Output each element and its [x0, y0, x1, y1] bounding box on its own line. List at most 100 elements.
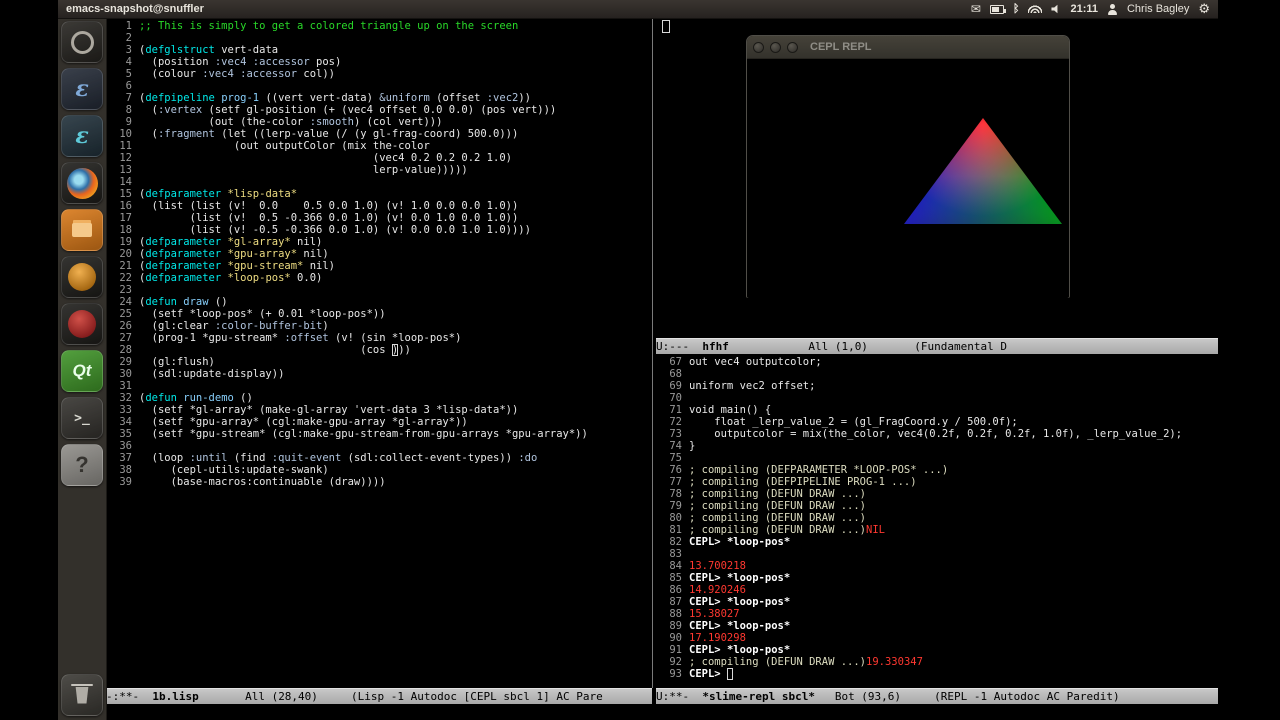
- help-icon[interactable]: ?: [61, 444, 103, 486]
- line-number: 91: [656, 644, 689, 656]
- maximize-button[interactable]: [787, 42, 798, 53]
- code-line: 3(defglstruct vert-data: [106, 44, 652, 56]
- code-text: CEPL>: [689, 668, 733, 680]
- line-number: 4: [106, 56, 139, 68]
- bluetooth-icon[interactable]: [1013, 1, 1020, 17]
- line-number: 32: [106, 392, 139, 404]
- code-text: (out (the-color :smooth) (col vert))): [139, 116, 442, 128]
- code-line: 27 (prog-1 *gpu-stream* :offset (v! (sin…: [106, 332, 652, 344]
- line-number: 39: [106, 476, 139, 488]
- code-text: ; compiling (DEFPARAMETER *LOOP-POS* ...…: [689, 464, 948, 476]
- line-number: 27: [106, 332, 139, 344]
- code-line: 77; compiling (DEFPIPELINE PROG-1 ...): [656, 476, 1218, 488]
- code-text: (list (v! -0.5 -0.366 0.0 1.0) (v! 0.0 0…: [139, 224, 531, 236]
- code-line: 93CEPL>: [656, 668, 1218, 680]
- line-number: 14: [106, 176, 139, 188]
- code-text: ; compiling (DEFUN DRAW ...): [689, 500, 866, 512]
- dash-home-button[interactable]: [61, 21, 103, 63]
- code-line: 73 outputcolor = mix(the_color, vec4(0.2…: [656, 428, 1218, 440]
- code-line: 9017.190298: [656, 632, 1218, 644]
- app-icon-teal[interactable]: ε: [61, 115, 103, 157]
- line-number: 10: [106, 128, 139, 140]
- modeline-hfhf[interactable]: U:--- hfhf All (1,0) (Fundamental D: [656, 338, 1218, 354]
- window-title: emacs-snapshot@snuffler: [66, 3, 204, 15]
- code-line: 8614.920246: [656, 584, 1218, 596]
- code-text: (setf *loop-pos* (+ 0.01 *loop-pos*)): [139, 308, 386, 320]
- cepl-repl-window[interactable]: CEPL REPL: [746, 35, 1070, 298]
- launcher-spacer: [58, 488, 106, 671]
- line-number: 36: [106, 440, 139, 452]
- code-text: CEPL> *loop-pos*: [689, 620, 790, 632]
- code-line: 69uniform vec2 offset;: [656, 380, 1218, 392]
- code-line: 34 (setf *gpu-array* (cgl:make-gpu-array…: [106, 416, 652, 428]
- code-line: 2: [106, 32, 652, 44]
- line-number: 93: [656, 668, 689, 680]
- code-text: (prog-1 *gpu-stream* :offset (v! (sin *l…: [139, 332, 461, 344]
- app-icon-blue[interactable]: ε: [61, 68, 103, 110]
- code-text: (out outputColor (mix the-color: [139, 140, 430, 152]
- code-text: (defglstruct vert-data: [139, 44, 278, 56]
- trash-icon[interactable]: [61, 674, 103, 716]
- session-user[interactable]: Chris Bagley: [1127, 3, 1189, 15]
- line-number: 73: [656, 428, 689, 440]
- line-number: 87: [656, 596, 689, 608]
- line-number: 83: [656, 548, 689, 560]
- mail-icon[interactable]: [971, 1, 981, 17]
- code-line: 68: [656, 368, 1218, 380]
- code-line: 6: [106, 80, 652, 92]
- rgb-triangle: [904, 118, 1062, 224]
- software-center-icon[interactable]: [61, 256, 103, 298]
- clock[interactable]: 21:11: [1070, 3, 1098, 15]
- line-number: 21: [106, 260, 139, 272]
- code-line: 14: [106, 176, 652, 188]
- wifi-icon[interactable]: [1028, 5, 1042, 13]
- line-number: 7: [106, 92, 139, 104]
- code-line: 83: [656, 548, 1218, 560]
- code-text: 15.38027: [689, 608, 740, 620]
- terminal-icon[interactable]: >_: [61, 397, 103, 439]
- modeline-code[interactable]: -:**- 1b.lisp All (28,40) (Lisp -1 Autod…: [106, 688, 652, 704]
- code-text: ; compiling (DEFUN DRAW ...)19.330347: [689, 656, 923, 668]
- code-text: (gl:clear :color-buffer-bit): [139, 320, 329, 332]
- code-line: 9 (out (the-color :smooth) (col vert))): [106, 116, 652, 128]
- code-line: 8413.700218: [656, 560, 1218, 572]
- tray-icons: [971, 1, 1062, 17]
- firefox-icon[interactable]: [61, 162, 103, 204]
- code-line: 4 (position :vec4 :accessor pos): [106, 56, 652, 68]
- line-number: 24: [106, 296, 139, 308]
- line-number: 1: [106, 20, 139, 32]
- cepl-titlebar[interactable]: CEPL REPL: [747, 36, 1069, 59]
- hfhf-cursor: [663, 21, 669, 32]
- desktop: emacs-snapshot@snuffler 21:11 Chris Bagl…: [58, 0, 1218, 720]
- code-line: 72 float _lerp_value_2 = (gl_FragCoord.y…: [656, 416, 1218, 428]
- code-text: CEPL> *loop-pos*: [689, 536, 790, 548]
- user-icon: [1107, 3, 1118, 15]
- qt-creator-icon[interactable]: Qt: [61, 350, 103, 392]
- line-number: 2: [106, 32, 139, 44]
- code-text: (defparameter *gpu-stream* nil): [139, 260, 335, 272]
- code-line: 36: [106, 440, 652, 452]
- media-player-icon[interactable]: [61, 303, 103, 345]
- code-line: 37 (loop :until (find :quit-event (sdl:c…: [106, 452, 652, 464]
- line-number: 28: [106, 344, 139, 356]
- minimize-button[interactable]: [770, 42, 781, 53]
- modeline-repl[interactable]: U:**- *slime-repl sbcl* Bot (93,6) (REPL…: [656, 688, 1218, 704]
- code-line: 92; compiling (DEFUN DRAW ...)19.330347: [656, 656, 1218, 668]
- code-line: 81; compiling (DEFUN DRAW ...)NIL: [656, 524, 1218, 536]
- code-text: ;; This is simply to get a colored trian…: [139, 20, 518, 32]
- repl-window[interactable]: 67out vec4 outputcolor;6869uniform vec2 …: [656, 354, 1218, 688]
- code-line: 12 (vec4 0.2 0.2 0.2 1.0): [106, 152, 652, 164]
- echo-area[interactable]: [106, 704, 1218, 720]
- gedit-icon[interactable]: [61, 209, 103, 251]
- line-number: 84: [656, 560, 689, 572]
- volume-icon[interactable]: [1051, 4, 1061, 14]
- battery-icon[interactable]: [990, 5, 1004, 14]
- code-text: (cepl-utils:update-swank): [139, 464, 329, 476]
- code-text: (defparameter *loop-pos* 0.0): [139, 272, 322, 284]
- close-button[interactable]: [753, 42, 764, 53]
- cepl-canvas: [747, 59, 1069, 298]
- line-number: 23: [106, 284, 139, 296]
- code-window[interactable]: 1;; This is simply to get a colored tria…: [106, 18, 652, 688]
- gear-icon[interactable]: [1198, 1, 1210, 17]
- code-line: 11 (out outputColor (mix the-color: [106, 140, 652, 152]
